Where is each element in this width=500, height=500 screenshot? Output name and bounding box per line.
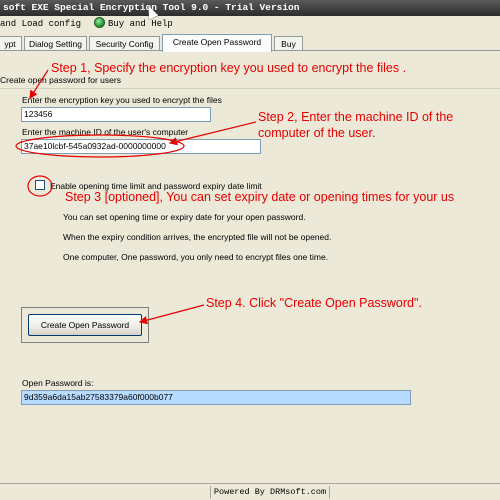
open-password-label: Open Password is: — [22, 378, 94, 388]
tab-dialog-setting[interactable]: Dialog Setting — [24, 36, 87, 51]
menu-buy-help-label: Buy and Help — [108, 19, 173, 29]
status-text: Powered By DRMsoft.com — [210, 486, 330, 499]
group-label: Create open password for users — [0, 75, 124, 85]
create-open-password-button[interactable]: Create Open Password — [28, 314, 142, 336]
tab-buy[interactable]: Buy — [274, 36, 303, 51]
menu-save-load-config[interactable]: and Load config — [0, 16, 81, 33]
tab-security-config[interactable]: Security Config — [89, 36, 160, 51]
tab-create-open-password[interactable]: Create Open Password — [162, 34, 272, 52]
menu-bar: and Load config Buy and Help — [0, 16, 500, 33]
info-text-1: You can set opening time or expiry date … — [63, 212, 306, 222]
step2-annotation-line1: Step 2, Enter the machine ID of the — [258, 110, 454, 124]
step2-annotation-line2: computer of the user. — [258, 126, 376, 140]
group-divider — [0, 88, 500, 89]
machine-id-input[interactable]: 37ae10lcbf-545a0932ad-0000000000 — [21, 139, 261, 154]
step3-annotation: Step 3 [optioned], You can set expiry da… — [65, 190, 455, 204]
window-title-bar[interactable]: soft EXE Special Encryption Tool 9.0 - T… — [0, 0, 500, 16]
time-limit-checkbox[interactable] — [35, 180, 45, 190]
open-password-output[interactable]: 9d359a6da15ab27583379a60f000b077 — [21, 390, 411, 405]
encryption-key-input[interactable]: 123456 — [21, 107, 211, 122]
info-text-2: When the expiry condition arrives, the e… — [63, 232, 332, 242]
step4-annotation: Step 4. Click "Create Open Password". — [206, 296, 422, 310]
menu-buy-help[interactable]: Buy and Help — [94, 16, 173, 33]
status-bar: Powered By DRMsoft.com — [0, 483, 500, 500]
tab-encrypt[interactable]: ypt — [0, 36, 22, 51]
globe-icon — [94, 17, 105, 28]
step1-annotation: Step 1, Specify the encryption key you u… — [51, 61, 407, 75]
machine-id-label: Enter the machine ID of the user's compu… — [22, 127, 189, 137]
key-label: Enter the encryption key you used to enc… — [22, 95, 222, 105]
tab-strip: ypt Dialog Setting Security Config Creat… — [0, 34, 500, 52]
info-text-3: One computer, One password, you only nee… — [63, 252, 329, 262]
